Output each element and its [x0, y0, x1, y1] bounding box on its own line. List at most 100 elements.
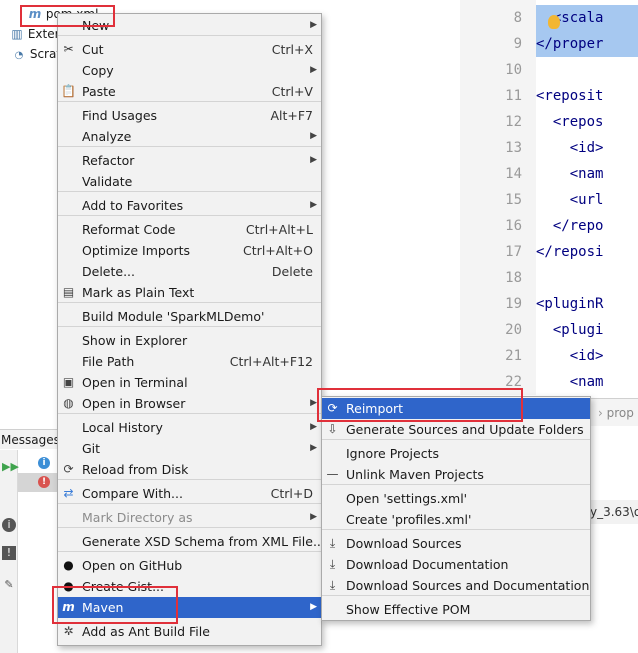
- menu-item-compare-with[interactable]: ⇄ Compare With... Ctrl+D: [58, 483, 321, 504]
- menu-item-label: Copy: [82, 63, 114, 78]
- menu-item-shortcut: Ctrl+Alt+O: [243, 243, 313, 258]
- menu-item-reload-disk[interactable]: ⟳ Reload from Disk: [58, 459, 321, 480]
- editor-breadcrumb[interactable]: › prop: [590, 398, 638, 426]
- download-icon: ⤓: [329, 536, 336, 550]
- download-icon: ⤓: [329, 557, 336, 571]
- line-number: 11: [505, 88, 522, 104]
- line-number: 17: [505, 244, 522, 260]
- menu-item-shortcut: Ctrl+D: [270, 486, 313, 501]
- menu-item-create-profiles[interactable]: Create 'profiles.xml': [322, 509, 590, 530]
- menu-item-add-ant[interactable]: ✲ Add as Ant Build File: [58, 621, 321, 642]
- plain-text-icon: ▤: [62, 285, 75, 299]
- menu-item-open-terminal[interactable]: ▣ Open in Terminal: [58, 372, 321, 393]
- menu-item-mark-directory: Mark Directory as ▶: [58, 507, 321, 528]
- code-line: <id>: [536, 140, 604, 156]
- scissors-icon: ✂: [63, 42, 74, 56]
- wrench-icon[interactable]: ✎: [2, 578, 16, 592]
- line-number: 8: [513, 10, 522, 26]
- menu-item-analyze[interactable]: Analyze ▶: [58, 126, 321, 147]
- line-number: 20: [505, 322, 522, 338]
- rerun-icon[interactable]: ▶▶: [2, 460, 19, 474]
- code-line: <url: [536, 192, 604, 208]
- menu-item-label: Generate Sources and Update Folders: [346, 422, 584, 437]
- menu-item-find-usages[interactable]: Find Usages Alt+F7: [58, 105, 321, 126]
- menu-item-label: Reimport: [346, 401, 404, 416]
- menu-item-label: Add as Ant Build File: [82, 624, 210, 639]
- submenu-arrow-icon: ▶: [310, 602, 317, 612]
- menu-item-label: Unlink Maven Projects: [346, 467, 484, 482]
- submenu-arrow-icon: ▶: [310, 398, 317, 408]
- menu-item-refactor[interactable]: Refactor ▶: [58, 150, 321, 171]
- tree-item-external-libraries[interactable]: ▥ Exter: [10, 24, 59, 44]
- library-icon: ▥: [11, 27, 23, 41]
- menu-item-label: Compare With...: [82, 486, 183, 501]
- code-line: <nam: [536, 166, 604, 182]
- menu-item-paste[interactable]: 📋 Paste Ctrl+V: [58, 81, 321, 102]
- line-number: 19: [505, 296, 522, 312]
- menu-item-build-module[interactable]: Build Module 'SparkMLDemo': [58, 306, 321, 327]
- tree-item-scratches[interactable]: ◔ Scrat: [12, 44, 61, 64]
- line-number: 21: [505, 348, 522, 364]
- compare-icon: ⇄: [63, 486, 74, 500]
- code-line: <pluginR: [536, 296, 604, 312]
- line-number: 13: [505, 140, 522, 156]
- menu-item-label: Reformat Code: [82, 222, 176, 237]
- menu-item-add-to-favorites[interactable]: Add to Favorites ▶: [58, 195, 321, 216]
- menu-item-open-browser[interactable]: ◍ Open in Browser ▶: [58, 393, 321, 414]
- menu-item-open-settings[interactable]: Open 'settings.xml': [322, 488, 590, 509]
- menu-item-maven[interactable]: m Maven ▶: [58, 597, 321, 618]
- menu-item-cut[interactable]: ✂ Cut Ctrl+X: [58, 39, 321, 60]
- menu-item-label: Delete...: [82, 264, 135, 279]
- menu-item-label: Validate: [82, 174, 133, 189]
- menu-item-git[interactable]: Git ▶: [58, 438, 321, 459]
- menu-item-new[interactable]: New ▶: [58, 15, 321, 36]
- menu-item-label: Open in Browser: [82, 396, 186, 411]
- menu-item-mark-plain-text[interactable]: ▤ Mark as Plain Text: [58, 282, 321, 303]
- menu-item-label: Reload from Disk: [82, 462, 189, 477]
- menu-item-ignore-projects[interactable]: Ignore Projects: [322, 443, 590, 464]
- ant-icon: ✲: [63, 624, 74, 638]
- messages-tab[interactable]: Messages:: [0, 429, 64, 449]
- line-number: 22: [505, 374, 522, 390]
- menu-item-label: Create Gist...: [82, 579, 165, 594]
- submenu-arrow-icon: ▶: [310, 200, 317, 210]
- menu-item-unlink-projects[interactable]: — Unlink Maven Projects: [322, 464, 590, 485]
- menu-item-label: Find Usages: [82, 108, 158, 123]
- info-filter-icon[interactable]: i: [2, 518, 16, 532]
- menu-item-download-docs[interactable]: ⤓ Download Documentation: [322, 554, 590, 575]
- menu-item-label: Open 'settings.xml': [346, 491, 468, 506]
- menu-item-label: File Path: [82, 354, 135, 369]
- line-number: 15: [505, 192, 522, 208]
- menu-item-label: Paste: [82, 84, 116, 99]
- menu-item-create-gist[interactable]: ● Create Gist...: [58, 576, 321, 597]
- menu-item-shortcut: Ctrl+X: [271, 42, 313, 57]
- messages-toolbar: ▶▶ i ! ✎: [0, 450, 19, 653]
- menu-item-reimport[interactable]: ⟳ Reimport: [322, 398, 590, 419]
- code-line: <reposit: [536, 88, 604, 104]
- menu-item-delete[interactable]: Delete... Delete: [58, 261, 321, 282]
- menu-item-download-sources[interactable]: ⤓ Download Sources: [322, 533, 590, 554]
- menu-item-download-both[interactable]: ⤓ Download Sources and Documentation: [322, 575, 590, 596]
- code-line: <id>: [536, 348, 604, 364]
- menu-item-reformat-code[interactable]: Reformat Code Ctrl+Alt+L: [58, 219, 321, 240]
- menu-item-local-history[interactable]: Local History ▶: [58, 417, 321, 438]
- messages-content: [590, 426, 638, 653]
- menu-item-file-path[interactable]: File Path Ctrl+Alt+F12: [58, 351, 321, 372]
- menu-item-generate-xsd[interactable]: Generate XSD Schema from XML File...: [58, 531, 325, 552]
- warning-filter-icon[interactable]: !: [2, 546, 16, 560]
- menu-item-show-in-explorer[interactable]: Show in Explorer: [58, 330, 321, 351]
- editor-code-area[interactable]: <scala </proper <reposit <repos <id> <nam …: [536, 0, 638, 395]
- reimport-icon: ⟳: [327, 401, 338, 415]
- menu-item-generate-sources[interactable]: ⇩ Generate Sources and Update Folders: [322, 419, 590, 440]
- menu-item-label: Local History: [82, 420, 163, 435]
- clipboard-icon: 📋: [61, 84, 76, 98]
- menu-item-effective-pom[interactable]: Show Effective POM: [322, 599, 590, 620]
- menu-item-copy[interactable]: Copy ▶: [58, 60, 321, 81]
- menu-item-open-github[interactable]: ● Open on GitHub: [58, 555, 321, 576]
- info-icon: i: [38, 457, 50, 469]
- menu-item-optimize-imports[interactable]: Optimize Imports Ctrl+Alt+O: [58, 240, 321, 261]
- lightbulb-icon[interactable]: [548, 15, 560, 29]
- submenu-arrow-icon: ▶: [310, 443, 317, 453]
- menu-item-validate[interactable]: Validate: [58, 171, 321, 192]
